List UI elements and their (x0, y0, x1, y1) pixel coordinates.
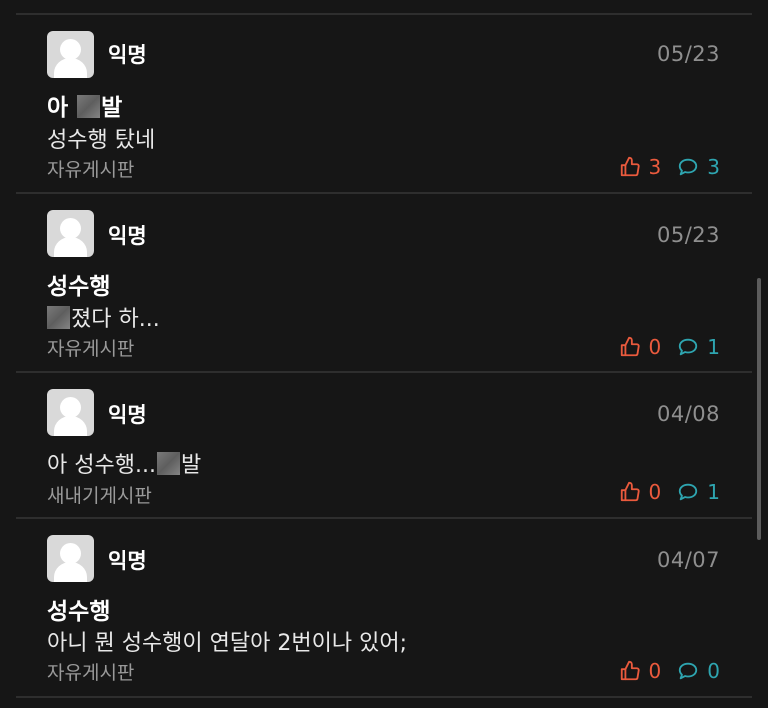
post-stats: 0 1 (619, 480, 720, 504)
censored-block (47, 306, 70, 329)
censored-block (77, 95, 101, 118)
default-avatar-icon (47, 210, 94, 257)
post-content: 아 성수행... 발 (47, 452, 202, 478)
comment-count: 3 (677, 155, 720, 179)
board-name: 자유게시판 (47, 159, 135, 181)
thumbs-up-icon (620, 156, 640, 177)
board-name: 새내기게시판 (47, 485, 152, 507)
divider (16, 696, 752, 698)
default-avatar-icon (47, 389, 94, 436)
post-feed: 익명 05/23 아 발 성수행 탔네 자유게시판 3 3 익명 05/23 성… (16, 0, 752, 708)
author-name: 익명 (108, 549, 147, 573)
default-avatar-icon (47, 535, 94, 582)
post-content: 졌다 하... (47, 301, 160, 333)
post-content: 아니 뭔 성수행이 연달아 2번이나 있어; (47, 631, 407, 656)
board-name: 자유게시판 (47, 662, 135, 684)
default-avatar-icon (47, 31, 94, 78)
post-content: 성수행 탔네 (47, 128, 156, 153)
like-count: 0 (619, 335, 661, 359)
thumbs-up-icon (620, 660, 640, 681)
board-name: 자유게시판 (47, 338, 135, 360)
post-stats: 0 1 (619, 335, 720, 359)
post-item[interactable]: 익명 05/23 성수행 졌다 하... 자유게시판 0 1 (16, 194, 752, 372)
post-stats: 3 3 (619, 155, 720, 179)
post-date: 04/07 (656, 548, 720, 572)
post-date: 04/08 (656, 402, 720, 426)
speech-bubble-icon (679, 338, 698, 356)
post-item[interactable]: 익명 04/07 성수행 아니 뭔 성수행이 연달아 2번이나 있어; 자유게시… (16, 519, 752, 697)
post-item[interactable]: 익명 05/23 아 발 성수행 탔네 자유게시판 3 3 (16, 15, 752, 193)
author-name: 익명 (108, 224, 147, 248)
comment-count: 1 (677, 480, 720, 504)
speech-bubble-icon (679, 483, 698, 501)
post-stats: 0 0 (619, 659, 720, 683)
thumbs-up-icon (620, 336, 640, 357)
post-title: 성수행 (47, 274, 111, 300)
post-title: 성수행 (47, 599, 111, 625)
speech-bubble-icon (679, 158, 698, 176)
like-count: 0 (619, 480, 661, 504)
post-item[interactable]: 익명 04/08 아 성수행... 발 새내기게시판 0 1 (16, 373, 752, 517)
speech-bubble-icon (679, 662, 698, 680)
post-title: 아 발 (47, 95, 123, 121)
scrollbar[interactable] (757, 278, 761, 540)
comment-count: 1 (677, 335, 720, 359)
like-count: 0 (619, 659, 661, 683)
author-name: 익명 (108, 43, 147, 67)
thumbs-up-icon (620, 481, 640, 502)
comment-count: 0 (677, 659, 720, 683)
post-date: 05/23 (656, 42, 720, 66)
author-name: 익명 (108, 403, 147, 427)
censored-block (156, 452, 180, 475)
post-date: 05/23 (656, 223, 720, 247)
like-count: 3 (619, 155, 661, 179)
